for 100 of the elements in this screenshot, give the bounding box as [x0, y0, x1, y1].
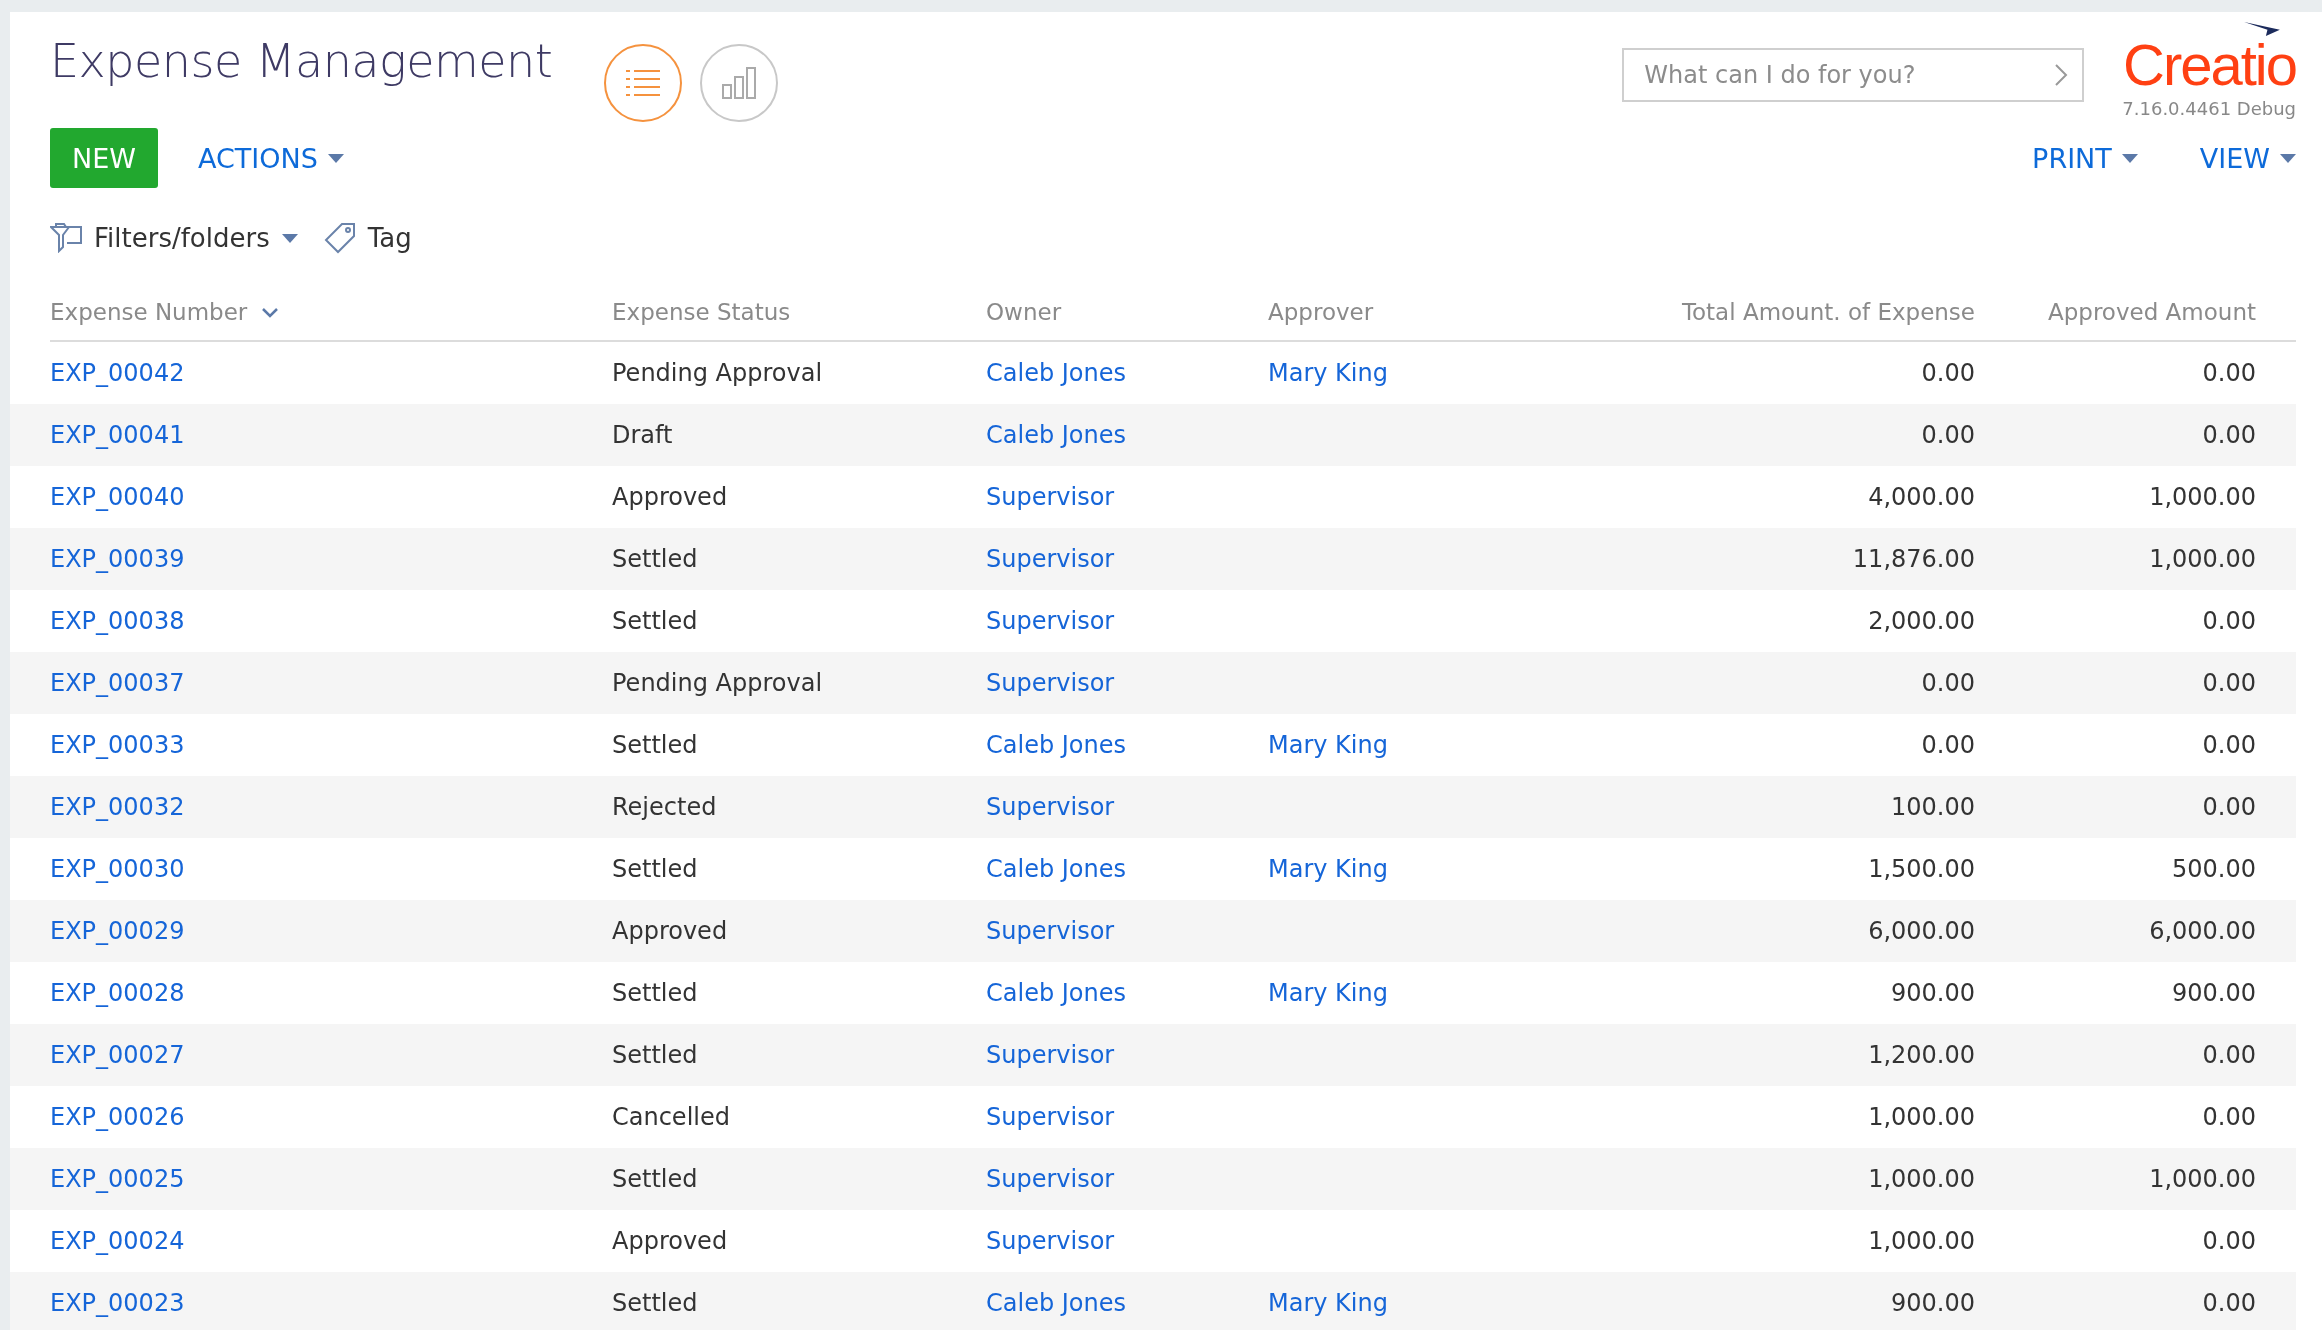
table-link[interactable]: Supervisor	[986, 1103, 1268, 1131]
table-link[interactable]: EXP_00033	[50, 731, 612, 759]
table-link[interactable]: Mary King	[1268, 731, 1568, 759]
table-cell-text: 1,000.00	[2148, 1165, 2257, 1193]
table-link[interactable]: Supervisor	[986, 1227, 1268, 1255]
table-link[interactable]: Supervisor	[986, 669, 1268, 697]
table-cell-text: 0.00	[2201, 669, 2257, 697]
caret-icon	[327, 153, 344, 163]
table-link[interactable]: EXP_00037	[50, 669, 612, 697]
table-cell-text: 4,000.00	[1867, 483, 1976, 511]
table-link[interactable]: Supervisor	[986, 545, 1268, 573]
table-link[interactable]: Caleb Jones	[986, 855, 1268, 883]
caret-icon	[2121, 153, 2138, 163]
column-header[interactable]: Approved Amount	[2015, 299, 2296, 325]
table-cell-text: 0.00	[1920, 731, 1976, 759]
table-link[interactable]: EXP_00025	[50, 1165, 612, 1193]
table-cell-text: 0.00	[2201, 1227, 2257, 1255]
table-link[interactable]: EXP_00028	[50, 979, 612, 1007]
table-link[interactable]: Caleb Jones	[986, 731, 1268, 759]
filters-folders-menu[interactable]: Filters/folders	[50, 223, 298, 253]
table-cell-text: 1,000.00	[1867, 1227, 1976, 1255]
table-cell-text: Rejected	[612, 793, 718, 821]
table-link[interactable]: Mary King	[1268, 1289, 1568, 1317]
print-menu[interactable]: PRINT	[2032, 142, 2138, 174]
table-link[interactable]: Supervisor	[986, 1165, 1268, 1193]
table-link[interactable]: EXP_00042	[50, 359, 612, 387]
table-cell-text: Approved	[612, 1227, 729, 1255]
table-link[interactable]: Supervisor	[986, 1041, 1268, 1069]
table-link[interactable]: EXP_00029	[50, 917, 612, 945]
actions-menu[interactable]: ACTIONS	[197, 142, 344, 174]
table-link[interactable]: Mary King	[1268, 855, 1568, 883]
table-cell-text: 900.00	[1890, 979, 1976, 1007]
table-link[interactable]: EXP_00027	[50, 1041, 612, 1069]
bar-chart-icon	[722, 67, 757, 99]
table-link[interactable]: Supervisor	[986, 483, 1268, 511]
table-link[interactable]: EXP_00030	[50, 855, 612, 883]
tag-button[interactable]: Tag	[323, 222, 412, 254]
table-link[interactable]: EXP_00038	[50, 607, 612, 635]
table-cell-text: 0.00	[2201, 1289, 2257, 1317]
table-link[interactable]: Caleb Jones	[986, 1289, 1268, 1317]
column-header[interactable]: Owner	[986, 299, 1268, 325]
table-cell-text: 0.00	[1920, 359, 1976, 387]
table-link[interactable]: EXP_00024	[50, 1227, 612, 1255]
table-cell-text: 1,000.00	[1867, 1103, 1976, 1131]
table-cell-text: Approved	[612, 483, 729, 511]
table-cell-text: 1,000.00	[2148, 545, 2257, 573]
page-title: Expense Management	[50, 34, 553, 88]
table-cell-text: Settled	[612, 731, 699, 759]
table-cell-text: 0.00	[2201, 607, 2257, 635]
table-link[interactable]: Mary King	[1268, 359, 1568, 387]
column-header[interactable]: Expense Status	[612, 299, 986, 325]
table-cell-text: 0.00	[2201, 1103, 2257, 1131]
table-link[interactable]: Caleb Jones	[986, 421, 1268, 449]
caret-icon	[281, 233, 298, 243]
table-link[interactable]: Supervisor	[986, 607, 1268, 635]
table-link[interactable]: Supervisor	[986, 917, 1268, 945]
table-cell-text: Draft	[612, 421, 674, 449]
filter-folder-icon	[50, 223, 82, 253]
table-cell-text: 11,876.00	[1851, 545, 1976, 573]
table-cell-text: Settled	[612, 607, 699, 635]
table-cell-text: 900.00	[1890, 1289, 1976, 1317]
table-cell-text: 0.00	[2201, 731, 2257, 759]
new-button[interactable]: NEW	[50, 128, 158, 188]
table-link[interactable]: EXP_00040	[50, 483, 612, 511]
table-cell-text: Settled	[612, 1041, 699, 1069]
tag-icon	[323, 222, 356, 254]
table-cell-text: Settled	[612, 855, 699, 883]
table-link[interactable]: Supervisor	[986, 793, 1268, 821]
table-link[interactable]: EXP_00039	[50, 545, 612, 573]
column-header[interactable]: Approver	[1268, 299, 1568, 325]
table-cell-text: 0.00	[1920, 669, 1976, 697]
table-cell-text: Settled	[612, 979, 699, 1007]
table-cell-text: 6,000.00	[2148, 917, 2257, 945]
table-cell-text: 0.00	[2201, 421, 2257, 449]
logo-text: Creatio	[2123, 36, 2296, 94]
table-link[interactable]: Caleb Jones	[986, 359, 1268, 387]
table-cell-text: 6,000.00	[1867, 917, 1976, 945]
table-cell-text: 500.00	[2171, 855, 2257, 883]
table-cell-text: 1,200.00	[1867, 1041, 1976, 1069]
table-cell-text: Settled	[612, 1165, 699, 1193]
table-cell-text: Cancelled	[612, 1103, 731, 1131]
search-field[interactable]: What can I do for you?	[1622, 48, 2085, 102]
table-cell-text: 1,500.00	[1867, 855, 1976, 883]
table-cell-text: 0.00	[1920, 421, 1976, 449]
table-link[interactable]: EXP_00032	[50, 793, 612, 821]
table-cell-text: 0.00	[2201, 793, 2257, 821]
table-cell-text: 100.00	[1890, 793, 1976, 821]
chevron-right-icon	[2054, 63, 2069, 87]
table-cell-text: Settled	[612, 545, 699, 573]
list-icon	[626, 69, 661, 97]
column-header[interactable]: Total Amount. of Expense	[1568, 299, 2015, 325]
table-cell-text: 2,000.00	[1867, 607, 1976, 635]
table-cell-text: Pending Approval	[612, 359, 824, 387]
table-link[interactable]: Caleb Jones	[986, 979, 1268, 1007]
table-link[interactable]: EXP_00041	[50, 421, 612, 449]
view-menu[interactable]: VIEW	[2199, 142, 2296, 174]
table-link[interactable]: EXP_00026	[50, 1103, 612, 1131]
table-link[interactable]: EXP_00023	[50, 1289, 612, 1317]
table-link[interactable]: Mary King	[1268, 979, 1568, 1007]
column-header[interactable]: Expense Number	[50, 299, 612, 325]
